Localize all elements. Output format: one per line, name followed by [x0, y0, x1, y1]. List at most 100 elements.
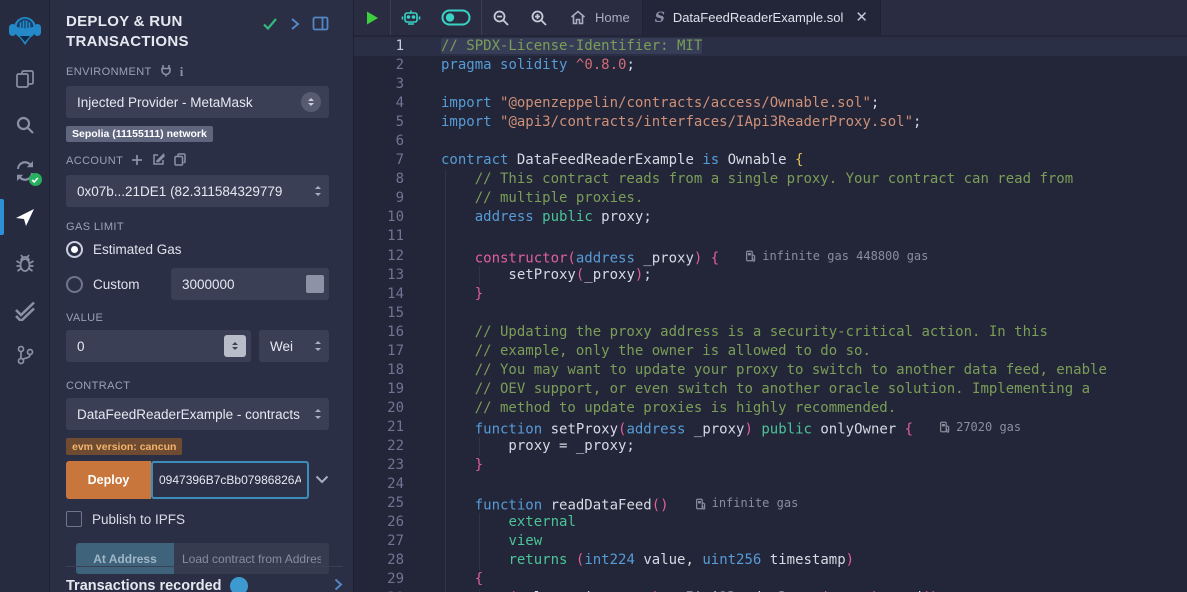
- file-explorer-icon[interactable]: [0, 56, 50, 102]
- contract-select[interactable]: DataFeedReaderExample - contracts: [66, 398, 329, 430]
- deploy-and-run-icon[interactable]: [0, 194, 50, 240]
- copy-account-icon[interactable]: [174, 153, 186, 169]
- remix-logo-icon[interactable]: [0, 4, 50, 56]
- close-tab-icon[interactable]: ✕: [855, 10, 868, 25]
- ai-assistant-robot-icon[interactable]: [391, 0, 431, 35]
- line-number: 5: [354, 113, 428, 132]
- indent-guide: [445, 494, 446, 513]
- tab-home[interactable]: Home: [558, 0, 642, 35]
- code-line[interactable]: 26 external: [354, 513, 1187, 532]
- deploy-address-input[interactable]: [151, 461, 309, 499]
- git-icon[interactable]: [0, 332, 50, 378]
- code-line[interactable]: 11: [354, 227, 1187, 246]
- line-number: 10: [354, 208, 428, 227]
- custom-gas-radio[interactable]: [66, 276, 83, 293]
- deploy-button[interactable]: Deploy: [66, 461, 151, 499]
- ai-toggle-switch[interactable]: [431, 0, 481, 35]
- sign-message-icon[interactable]: [152, 153, 165, 169]
- info-icon[interactable]: i: [180, 64, 184, 80]
- code-line[interactable]: 29 {: [354, 570, 1187, 589]
- publish-ipfs-label: Publish to IPFS: [92, 512, 185, 527]
- code-text: // example, only the owner is allowed to…: [428, 342, 1187, 361]
- line-number: 28: [354, 551, 428, 570]
- code-text: // OEV support, or even switch to anothe…: [428, 380, 1187, 399]
- code-line[interactable]: 15: [354, 304, 1187, 323]
- code-line[interactable]: 5import "@api3/contracts/interfaces/IApi…: [354, 113, 1187, 132]
- code-line[interactable]: 23 }: [354, 456, 1187, 475]
- tab-datafeedreaderexample[interactable]: S DataFeedReaderExample.sol ✕: [642, 0, 881, 35]
- solidity-compiler-icon[interactable]: [0, 148, 50, 194]
- code-text: [428, 132, 1187, 151]
- code-line[interactable]: 7contract DataFeedReaderExample is Ownab…: [354, 151, 1187, 170]
- publish-ipfs-checkbox[interactable]: [66, 511, 82, 527]
- code-line[interactable]: 27 view: [354, 532, 1187, 551]
- line-number: 1: [354, 37, 428, 56]
- gas-limit-label: GAS LIMIT: [66, 221, 329, 233]
- value-unit-select[interactable]: Wei: [259, 330, 329, 362]
- at-address-input[interactable]: [174, 543, 329, 574]
- code-line[interactable]: 18 // You may want to update your proxy …: [354, 361, 1187, 380]
- pin-panel-icon[interactable]: [312, 16, 329, 36]
- run-script-play-icon[interactable]: [354, 0, 390, 35]
- contract-stepper-icon: [315, 406, 321, 422]
- code-line[interactable]: 8 // This contract reads from a single p…: [354, 170, 1187, 189]
- indent-guide: [445, 418, 446, 437]
- zoom-in-icon[interactable]: [520, 0, 558, 35]
- add-account-icon[interactable]: [131, 154, 143, 169]
- code-line[interactable]: 3: [354, 75, 1187, 94]
- estimated-gas-radio[interactable]: [66, 241, 83, 258]
- code-line[interactable]: 2pragma solidity ^0.8.0;: [354, 56, 1187, 75]
- code-line[interactable]: 28 returns (int224 value, uint256 timest…: [354, 551, 1187, 570]
- code-line[interactable]: 6: [354, 132, 1187, 151]
- transactions-expand-chevron-icon[interactable]: [334, 578, 343, 592]
- indent-guide: [445, 342, 446, 361]
- line-number: 7: [354, 151, 428, 170]
- code-line[interactable]: 1// SPDX-License-Identifier: MIT: [354, 37, 1187, 56]
- code-text: [428, 227, 1187, 246]
- indent-guide: [445, 361, 446, 380]
- deploy-expand-chevron-icon[interactable]: [315, 471, 329, 489]
- code-text: function setProxy(address _proxy) public…: [428, 418, 1187, 437]
- plug-icon[interactable]: [160, 64, 172, 80]
- expand-panel-icon[interactable]: [290, 17, 300, 36]
- line-number: 6: [354, 132, 428, 151]
- line-number: 21: [354, 418, 428, 437]
- code-line[interactable]: 21 function setProxy(address _proxy) pub…: [354, 418, 1187, 437]
- value-label: VALUE: [66, 312, 329, 324]
- debugger-icon[interactable]: [0, 240, 50, 286]
- search-icon[interactable]: [0, 102, 50, 148]
- code-line[interactable]: 24: [354, 475, 1187, 494]
- unit-testing-icon[interactable]: [0, 286, 50, 332]
- line-number: 9: [354, 189, 428, 208]
- indent-guide: [445, 266, 446, 285]
- value-unit: Wei: [270, 339, 293, 354]
- line-number: 18: [354, 361, 428, 380]
- code-line[interactable]: 9 // multiple proxies.: [354, 189, 1187, 208]
- code-line[interactable]: 14 }: [354, 285, 1187, 304]
- transactions-recorded-row[interactable]: Transactions recorded: [66, 577, 343, 592]
- code-line[interactable]: 10 address public proxy;: [354, 208, 1187, 227]
- code-line[interactable]: 20 // method to update proxies is highly…: [354, 399, 1187, 418]
- custom-gas-label: Custom: [93, 277, 161, 292]
- solidity-file-icon: S: [655, 10, 665, 26]
- line-number: 20: [354, 399, 428, 418]
- code-editor[interactable]: 1// SPDX-License-Identifier: MIT2pragma …: [354, 35, 1187, 592]
- code-line[interactable]: 19 // OEV support, or even switch to ano…: [354, 380, 1187, 399]
- code-line[interactable]: 17 // example, only the owner is allowed…: [354, 342, 1187, 361]
- code-line[interactable]: 13 setProxy(_proxy);: [354, 266, 1187, 285]
- remix-ide-window: DEPLOY & RUN TRANSACTIONS ENVIRONMENT: [0, 0, 1187, 592]
- code-line[interactable]: 25 function readDataFeed()infinite gas: [354, 494, 1187, 513]
- account-select[interactable]: 0x07b...21DE1 (82.311584329779: [66, 175, 329, 207]
- account-stepper-icon: [315, 183, 321, 199]
- code-line[interactable]: 16 // Updating the proxy address is a se…: [354, 323, 1187, 342]
- code-text: external: [428, 513, 1187, 532]
- contract-value: DataFeedReaderExample - contracts: [77, 407, 300, 422]
- environment-select[interactable]: Injected Provider - MetaMask: [66, 86, 329, 118]
- line-number: 3: [354, 75, 428, 94]
- zoom-out-icon[interactable]: [482, 0, 520, 35]
- value-stepper-icon[interactable]: [224, 335, 246, 357]
- code-line[interactable]: 22 proxy = _proxy;: [354, 437, 1187, 456]
- code-line[interactable]: 4import "@openzeppelin/contracts/access/…: [354, 94, 1187, 113]
- at-address-button[interactable]: At Address: [76, 543, 174, 574]
- code-line[interactable]: 12 constructor(address _proxy) {infinite…: [354, 247, 1187, 266]
